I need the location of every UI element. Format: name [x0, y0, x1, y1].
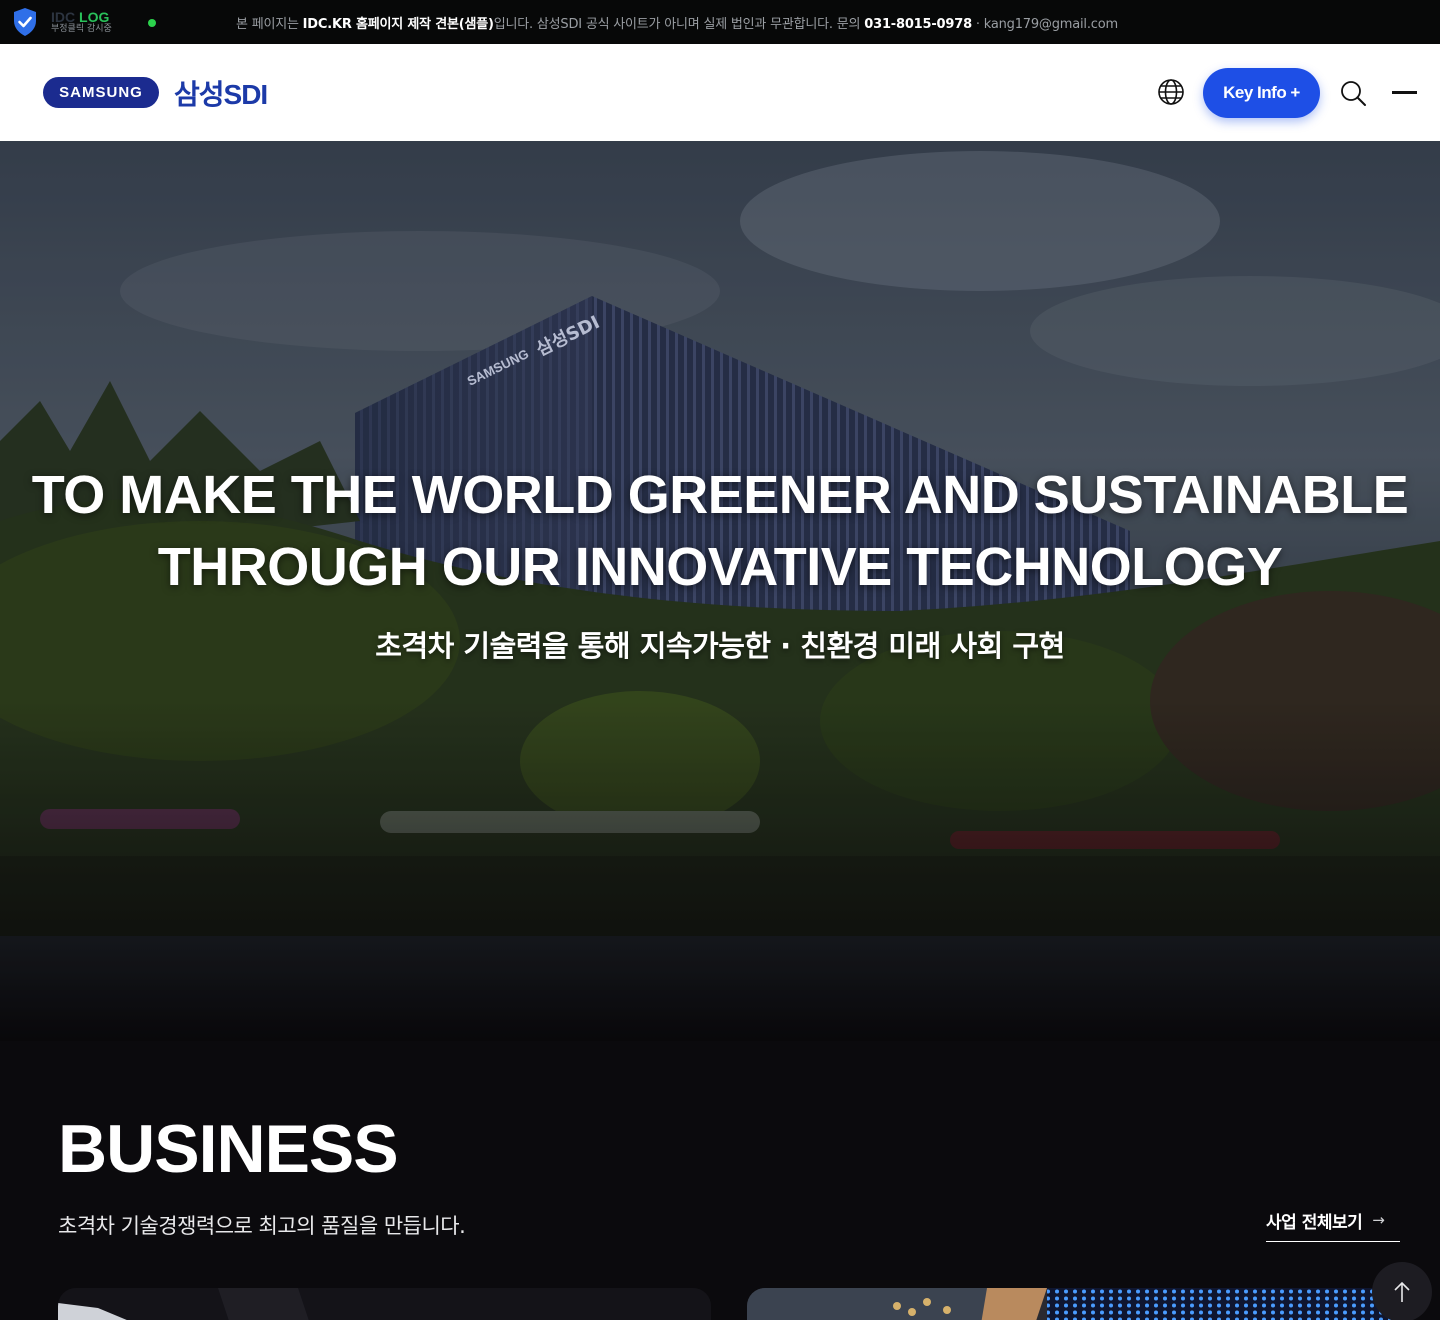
samsung-sdi-logo[interactable]: 삼성SDI	[174, 73, 268, 113]
arrow-up-icon	[1394, 1281, 1410, 1302]
shield-check-icon	[14, 8, 36, 36]
hero-title-line-1: TO MAKE THE WORLD GREENER AND SUSTAINABL…	[31, 465, 1409, 525]
business-card-2-image	[747, 1288, 1400, 1320]
view-all-label: 사업 전체보기	[1266, 1213, 1363, 1233]
business-description: 초격차 기술경쟁력으로 최고의 품질을 만듭니다.	[58, 1214, 466, 1238]
business-title: BUSINESS	[58, 1111, 399, 1187]
view-all-business-link[interactable]: 사업 전체보기 →	[1266, 1208, 1400, 1242]
status-dot-icon	[148, 19, 156, 27]
hero-title-line-2: THROUGH OUR INNOVATIVE TECHNOLOGY	[157, 537, 1283, 597]
notice-text: 본 페이지는 IDC.KR 홈페이지 제작 견본(샘플)입니다. 삼성SDI 공…	[236, 17, 1118, 32]
samsung-logo[interactable]: SAMSUNG	[43, 77, 159, 108]
search-icon[interactable]	[1339, 79, 1367, 107]
menu-icon[interactable]	[1392, 91, 1417, 94]
globe-icon[interactable]	[1157, 78, 1185, 106]
hero-title: TO MAKE THE WORLD GREENER AND SUSTAINABL…	[0, 459, 1440, 603]
notice-bar: IDC LOG 부정클릭 감시중 본 페이지는 IDC.KR 홈페이지 제작 견…	[0, 0, 1440, 44]
key-info-button[interactable]: Key Info +	[1203, 68, 1320, 118]
hero-subtitle: 초격차 기술력을 통해 지속가능한 · 친환경 미래 사회 구현	[375, 629, 1065, 663]
arrow-right-icon: →	[1372, 1211, 1385, 1229]
business-card-2[interactable]	[747, 1288, 1400, 1320]
idc-brand: IDC LOG	[51, 9, 110, 25]
idc-sub-label: 부정클릭 감시중	[51, 24, 112, 34]
scroll-to-top-button[interactable]	[1372, 1262, 1432, 1320]
business-card-1-image	[58, 1288, 711, 1320]
hero-section: SAMSUNG 삼성SDI TO MAKE THE WORLD GREENER …	[0, 141, 1440, 1041]
business-card-1[interactable]	[58, 1288, 711, 1320]
site-header: SAMSUNG 삼성SDI Key Info +	[0, 44, 1440, 141]
idc-log-badge[interactable]: IDC LOG 부정클릭 감시중	[12, 7, 112, 37]
